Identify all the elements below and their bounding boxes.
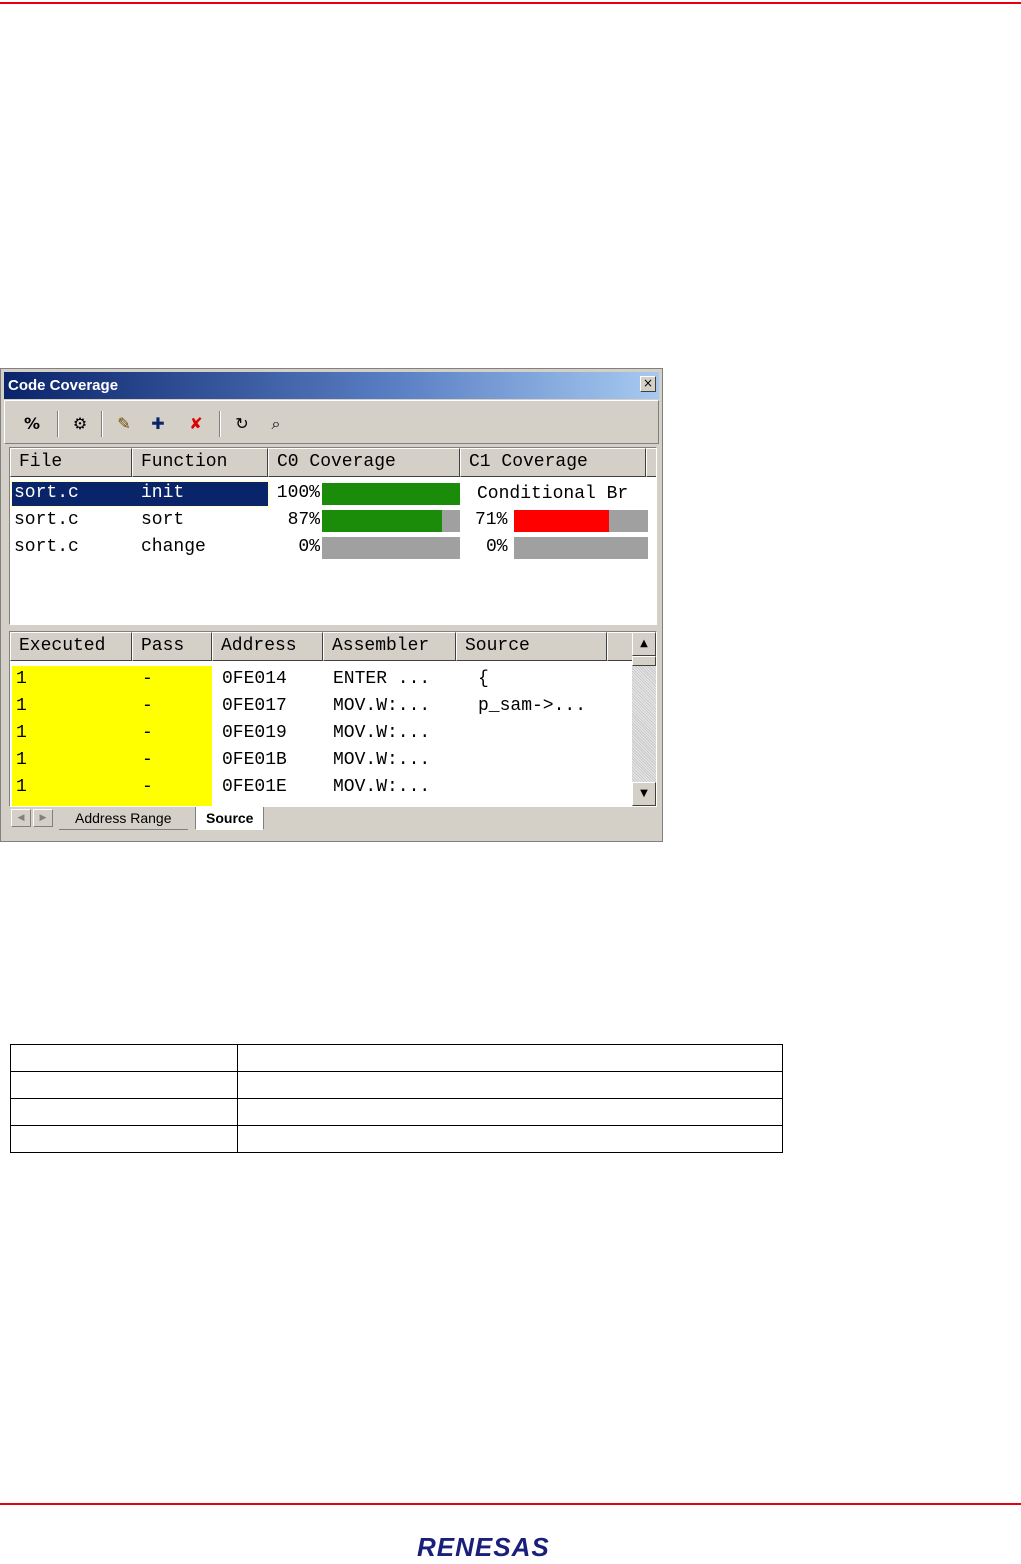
table-cell	[237, 1044, 783, 1072]
delete-range-icon[interactable]: ✘	[183, 412, 209, 436]
table-cell-function[interactable]: change	[141, 537, 206, 557]
table-cell-source[interactable]: p_sam->...	[478, 696, 586, 716]
scroll-up-button[interactable]: ▲	[632, 632, 656, 656]
scroll-thumb[interactable]	[632, 656, 656, 666]
renesas-logo: RENESAS	[417, 1532, 550, 1562]
toolbar-separator	[101, 411, 103, 437]
table-cell-pass[interactable]: -	[142, 777, 153, 797]
column-header-filler	[607, 632, 634, 661]
table-cell-file[interactable]: sort.c	[14, 483, 79, 503]
column-header-address[interactable]: Address	[212, 632, 323, 661]
c1-coverage-text: Conditional Br	[477, 484, 629, 504]
table-cell	[237, 1125, 783, 1153]
table-cell	[237, 1098, 783, 1126]
c0-percent: 0%	[298, 537, 320, 557]
table-cell-address[interactable]: 0FE017	[222, 696, 287, 716]
toolbar: % ⚙ ✎ ✚ ✘ ↻ ⌕	[4, 400, 659, 444]
table-cell-assembler[interactable]: ENTER ...	[333, 669, 430, 689]
source-coverage-list[interactable]: Executed Pass Address Assembler Source 1…	[9, 631, 657, 807]
c0-coverage-fill	[322, 483, 460, 505]
c1-coverage-bar	[514, 510, 648, 532]
column-header-function[interactable]: Function	[132, 448, 268, 477]
table-cell-address[interactable]: 0FE019	[222, 723, 287, 743]
table-cell-executed[interactable]: 1	[16, 696, 27, 716]
filter-icon[interactable]: ⚙	[67, 412, 93, 436]
c1-coverage-fill	[514, 510, 610, 532]
table-cell-executed[interactable]: 1	[16, 750, 27, 770]
tab-strip: ◀ ▶ Address Range Source	[9, 807, 657, 831]
scroll-down-button[interactable]: ▼	[632, 782, 656, 806]
table-cell-executed[interactable]: 1	[16, 723, 27, 743]
column-header-pass[interactable]: Pass	[132, 632, 212, 661]
table-cell	[10, 1125, 238, 1153]
column-header-assembler[interactable]: Assembler	[323, 632, 456, 661]
tab-scroll-right-button[interactable]: ▶	[33, 809, 53, 827]
table-cell	[10, 1071, 238, 1099]
window-title: Code Coverage	[8, 377, 119, 394]
title-bar[interactable]: Code Coverage ×	[4, 372, 659, 399]
column-header-filler	[646, 448, 656, 477]
table-cell-function[interactable]: init	[141, 483, 184, 503]
table-cell-address[interactable]: 0FE014	[222, 669, 287, 689]
table-cell-pass[interactable]: -	[142, 723, 153, 743]
vertical-scrollbar[interactable]: ▲ ▼	[632, 632, 656, 806]
column-header-c1-coverage[interactable]: C1 Coverage	[460, 448, 646, 477]
column-header-executed[interactable]: Executed	[10, 632, 132, 661]
table-cell-function[interactable]: sort	[141, 510, 184, 530]
c1-percent: 0%	[486, 537, 508, 557]
tab-address-range[interactable]: Address Range	[59, 807, 188, 830]
column-header-source[interactable]: Source	[456, 632, 607, 661]
table-cell	[10, 1098, 238, 1126]
table-cell-executed[interactable]: 1	[16, 669, 27, 689]
c0-percent: 100%	[276, 483, 320, 503]
executed-highlight	[12, 666, 212, 806]
table-cell-assembler[interactable]: MOV.W:...	[333, 696, 430, 716]
c1-percent: 71%	[475, 510, 508, 530]
table-cell	[10, 1044, 238, 1072]
column-header-file[interactable]: File	[10, 448, 132, 477]
empty-table	[10, 1044, 783, 1153]
toolbar-separator	[219, 411, 221, 437]
edit-range-icon[interactable]: ✎	[111, 412, 137, 436]
table-cell-pass[interactable]: -	[142, 750, 153, 770]
table-cell	[237, 1071, 783, 1099]
c0-coverage-bar	[322, 537, 460, 559]
code-coverage-window: Code Coverage × % ⚙ ✎ ✚ ✘ ↻ ⌕ File Funct…	[0, 368, 663, 842]
add-range-icon[interactable]: ✚	[145, 412, 171, 436]
table-cell-assembler[interactable]: MOV.W:...	[333, 777, 430, 797]
table-cell-file[interactable]: sort.c	[14, 510, 79, 530]
c0-coverage-bar	[322, 483, 460, 505]
page-header-rule	[0, 2, 1021, 4]
table-cell-address[interactable]: 0FE01B	[222, 750, 287, 770]
c1-coverage-bar	[514, 537, 648, 559]
table-cell-assembler[interactable]: MOV.W:...	[333, 750, 430, 770]
table-cell-assembler[interactable]: MOV.W:...	[333, 723, 430, 743]
toolbar-separator	[57, 411, 59, 437]
table-cell-file[interactable]: sort.c	[14, 537, 79, 557]
find-icon[interactable]: ⌕	[263, 412, 289, 436]
table-cell-pass[interactable]: -	[142, 696, 153, 716]
column-header-c0-coverage[interactable]: C0 Coverage	[268, 448, 460, 477]
percent-button[interactable]: %	[19, 412, 45, 436]
table-cell-executed[interactable]: 1	[16, 777, 27, 797]
page-footer-rule	[0, 1503, 1021, 1505]
table-cell-source[interactable]: {	[478, 669, 489, 689]
table-cell-address[interactable]: 0FE01E	[222, 777, 287, 797]
tab-scroll-left-button[interactable]: ◀	[11, 809, 31, 827]
table-cell-pass[interactable]: -	[142, 669, 153, 689]
c0-coverage-fill	[322, 510, 443, 532]
close-button[interactable]: ×	[640, 376, 656, 392]
refresh-icon[interactable]: ↻	[229, 412, 255, 436]
function-coverage-list[interactable]: File Function C0 Coverage C1 Coverage so…	[9, 447, 657, 625]
c0-percent: 87%	[287, 510, 320, 530]
tab-source[interactable]: Source	[195, 807, 265, 830]
c0-coverage-bar	[322, 510, 460, 532]
